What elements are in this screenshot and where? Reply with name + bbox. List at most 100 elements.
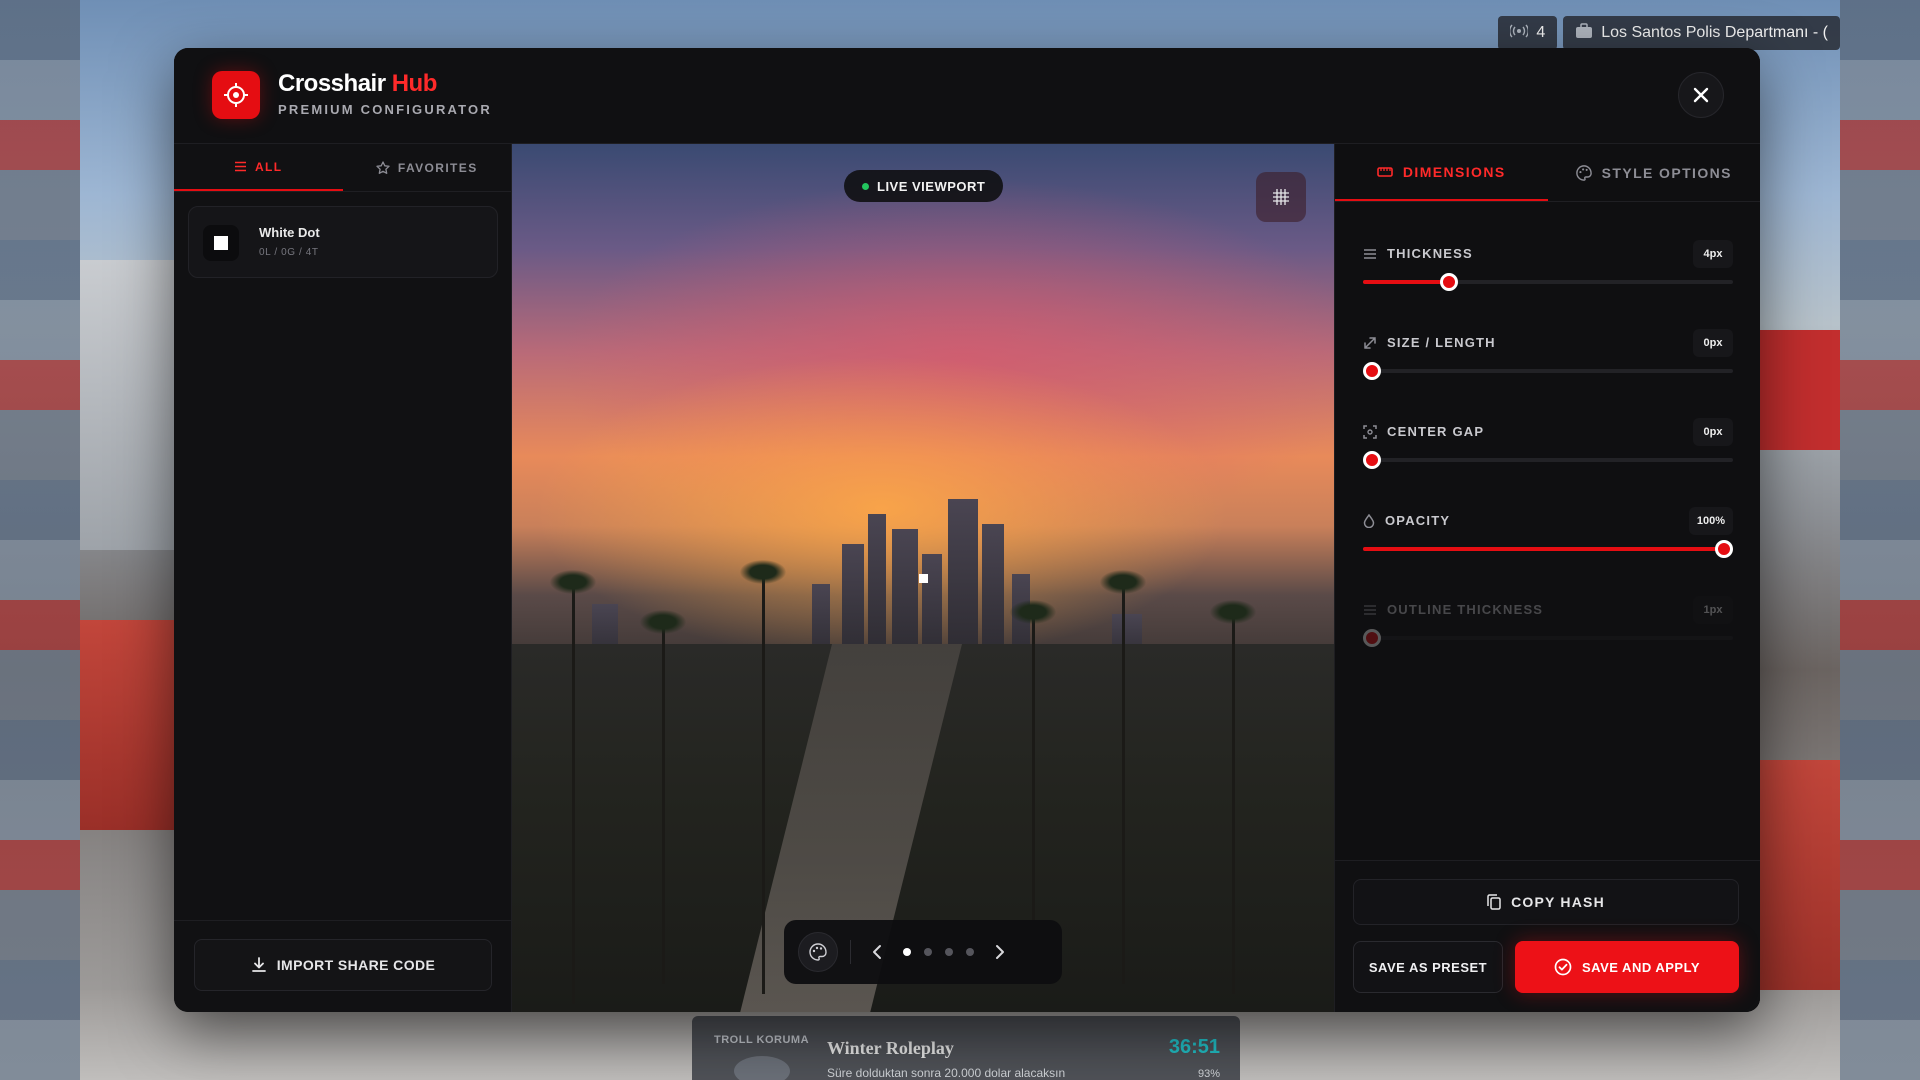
opacity-thumb[interactable]	[1715, 540, 1733, 558]
tab-dimensions-label: DIMENSIONS	[1402, 163, 1506, 180]
page-dot-1[interactable]	[903, 948, 911, 956]
left-footer: IMPORT SHARE CODE	[174, 920, 511, 1012]
center-gap-track[interactable]	[1363, 451, 1733, 469]
star-icon	[376, 160, 390, 174]
tab-style-options-label: STYLE OPTIONS	[1601, 164, 1732, 181]
outline-thickness-label: OUTLINE THICKNESS	[1363, 602, 1543, 617]
pixel-stripe-right	[1840, 0, 1920, 1080]
outline-thickness-value: 1px	[1693, 596, 1733, 624]
palm-tree	[1100, 570, 1146, 984]
page-dot-4[interactable]	[966, 948, 974, 956]
size-label: SIZE / LENGTH	[1363, 335, 1496, 350]
size-slider: SIZE / LENGTH 0px	[1363, 329, 1733, 405]
thickness-slider: THICKNESS 4px	[1363, 240, 1733, 316]
previous-background-button[interactable]	[863, 938, 891, 966]
palm-tree	[1210, 600, 1256, 994]
check-circle-icon	[1554, 958, 1572, 976]
lines-icon	[1364, 604, 1376, 615]
tab-favorites[interactable]: FAVORITES	[343, 144, 512, 191]
grid-icon	[1273, 189, 1289, 205]
focus-icon	[1363, 424, 1377, 439]
app-name-accent: Hub	[391, 70, 438, 97]
size-track[interactable]	[1363, 362, 1733, 380]
import-share-code-button[interactable]: IMPORT SHARE CODE	[194, 939, 492, 991]
mission-percent: 93%	[1197, 1068, 1220, 1080]
city-skyline	[512, 464, 1334, 664]
pixel-stripe-left	[0, 0, 80, 1080]
palette-icon	[1575, 164, 1592, 181]
palette-icon	[809, 943, 827, 961]
modal-header: Crosshair Hub PREMIUM CONFIGURATOR	[174, 48, 1760, 144]
tab-all[interactable]: ALL	[174, 144, 343, 191]
app-title: Crosshair Hub	[278, 70, 492, 98]
center-gap-label: CENTER GAP	[1363, 424, 1484, 439]
thickness-thumb[interactable]	[1440, 273, 1459, 291]
page-dot-3[interactable]	[945, 948, 953, 956]
mission-timer: 36:51	[1168, 1036, 1220, 1058]
tab-style-options[interactable]: STYLE OPTIONS	[1548, 144, 1761, 201]
save-and-apply-button[interactable]: SAVE AND APPLY	[1515, 941, 1739, 993]
divider	[850, 940, 851, 964]
save-and-apply-label: SAVE AND APPLY	[1581, 959, 1700, 975]
settings-tabs: DIMENSIONS STYLE OPTIONS	[1335, 144, 1760, 202]
center-gap-thumb[interactable]	[1363, 451, 1381, 469]
tab-all-label: ALL	[254, 159, 283, 174]
copy-hash-label: COPY HASH	[1511, 894, 1605, 910]
chevron-right-icon	[996, 945, 1004, 959]
opacity-slider: OPACITY 100%	[1363, 507, 1733, 583]
palm-tree	[640, 610, 686, 984]
palm-tree	[740, 560, 786, 994]
live-viewport-badge: LIVE VIEWPORT	[844, 170, 1004, 202]
background-pagination	[903, 948, 974, 956]
copy-hash-button[interactable]: COPY HASH	[1353, 879, 1739, 925]
live-viewport: LIVE VIEWPORT	[512, 144, 1334, 1012]
job-chip: Los Santos Polis Departmanı - (	[1563, 16, 1840, 50]
thickness-label: THICKNESS	[1363, 246, 1473, 261]
download-icon	[251, 957, 266, 972]
voice-icon	[1509, 24, 1530, 43]
app-tagline: PREMIUM CONFIGURATOR	[278, 102, 492, 117]
outline-thickness-track	[1363, 629, 1733, 647]
crosshair-logo-icon	[212, 71, 260, 119]
close-button[interactable]	[1678, 72, 1724, 118]
mission-badge-icon	[734, 1056, 790, 1080]
tab-dimensions[interactable]: DIMENSIONS	[1335, 144, 1548, 201]
page-dot-2[interactable]	[924, 948, 932, 956]
red-wall	[80, 620, 180, 830]
preset-item-white-dot[interactable]: White Dot 0L / 0G / 4T	[188, 206, 498, 278]
dot-icon	[214, 236, 228, 250]
action-footer: COPY HASH SAVE AS PRESET SAVE AND APPLY	[1335, 860, 1760, 1012]
thickness-track[interactable]	[1363, 273, 1733, 291]
preset-tabs: ALL FAVORITES	[174, 144, 511, 192]
size-thumb[interactable]	[1363, 362, 1381, 380]
background-palette-button[interactable]	[798, 932, 838, 972]
briefcase-icon	[1575, 22, 1593, 44]
center-gap-value: 0px	[1693, 418, 1733, 446]
opacity-track[interactable]	[1363, 540, 1733, 558]
background-switcher	[784, 920, 1062, 984]
next-background-button[interactable]	[986, 938, 1014, 966]
voice-chip: 4	[1498, 16, 1558, 50]
settings-panel: DIMENSIONS STYLE OPTIONS THICKNESS 4px S…	[1334, 144, 1760, 1012]
droplet-icon	[1363, 513, 1375, 528]
skyscraper	[982, 524, 1004, 664]
mission-title: Winter Roleplay	[827, 1038, 954, 1058]
voice-count: 4	[1536, 24, 1546, 41]
hud-top: 4 Los Santos Polis Departmanı - (	[1498, 16, 1840, 50]
preset-sidebar: ALL FAVORITES White Dot 0L / 0G / 4T IMP…	[174, 144, 512, 1012]
preset-meta: 0L / 0G / 4T	[259, 247, 319, 258]
close-icon	[1693, 87, 1709, 103]
app-name: Crosshair	[278, 70, 386, 97]
outline-thickness-slider: OUTLINE THICKNESS 1px	[1363, 596, 1733, 672]
opacity-label: OPACITY	[1363, 513, 1450, 528]
skyscraper	[948, 499, 978, 664]
size-label-text: SIZE / LENGTH	[1387, 335, 1496, 350]
hud-mission-panel: TROLL KORUMA Winter Roleplay 36:51 Süre …	[692, 1016, 1240, 1080]
grid-toggle-button[interactable]	[1256, 172, 1306, 222]
tab-favorites-label: FAVORITES	[397, 160, 478, 175]
crosshair-modal: Crosshair Hub PREMIUM CONFIGURATOR ALL F…	[174, 48, 1760, 1012]
thickness-value: 4px	[1693, 240, 1733, 268]
save-as-preset-button[interactable]: SAVE AS PRESET	[1353, 941, 1503, 993]
center-gap-label-text: CENTER GAP	[1387, 424, 1485, 439]
mission-tag: TROLL KORUMA	[714, 1034, 810, 1046]
